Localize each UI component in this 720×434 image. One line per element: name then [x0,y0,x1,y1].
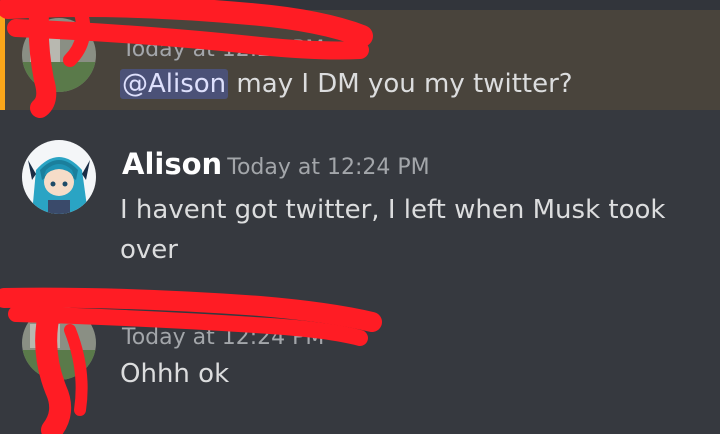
message-header: Today at 12:23 PM [122,32,324,61]
top-strip [0,0,720,10]
avatar[interactable] [22,306,96,380]
message-text-line: I havent got twitter, I left when Musk t… [120,195,666,225]
timestamp: Today at 12:24 PM [227,155,430,180]
message-text: may I DM you my twitter? [228,69,573,99]
avatar[interactable] [22,140,96,214]
timestamp: Today at 12:24 PM [122,325,325,350]
message-text-line: over [120,235,178,265]
user-mention[interactable]: @Alison [120,69,229,99]
message-content: @Alison may I DM you my twitter? [120,64,573,104]
message-row[interactable]: Alison Today at 12:24 PM I havent got tw… [0,130,720,280]
message-row[interactable]: Today at 12:24 PM Ohhh ok [0,300,720,434]
message-content: I havent got twitter, I left when Musk t… [120,190,665,270]
avatar[interactable] [22,18,96,92]
message-row[interactable]: Today at 12:23 PM @Alison may I DM you m… [0,10,720,110]
message-content: Ohhh ok [120,354,229,394]
message-header: Alison Today at 12:24 PM [122,150,430,179]
timestamp: Today at 12:23 PM [122,37,325,62]
username[interactable]: Alison [122,147,222,181]
message-header: Today at 12:24 PM [122,320,324,349]
message-text: Ohhh ok [120,359,230,389]
mention-indicator-bar [0,10,5,110]
